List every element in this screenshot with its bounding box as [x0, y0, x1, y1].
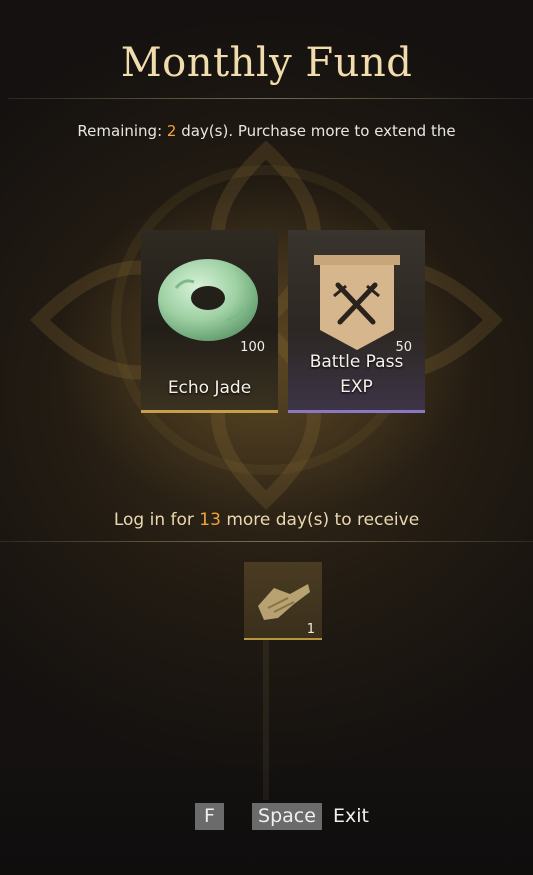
reward-name-line1: Battle Pass — [309, 352, 404, 372]
remaining-suffix: day(s). Purchase more to extend the — [176, 122, 456, 140]
reward-quantity: 1 — [306, 622, 315, 637]
page-title: Monthly Fund — [120, 40, 413, 86]
login-reward-card[interactable]: 1 — [244, 562, 322, 640]
login-days-text: Log in for 13 more day(s) to receive — [0, 510, 533, 530]
remaining-days-text: Remaining: 2 day(s). Purchase more to ex… — [0, 122, 533, 140]
space-key-button[interactable]: Space — [252, 803, 322, 830]
login-prefix: Log in for — [113, 510, 200, 530]
title-divider — [8, 98, 533, 99]
exit-button[interactable]: Exit — [333, 803, 369, 830]
f-key-button[interactable]: F — [195, 803, 224, 830]
login-suffix: more day(s) to receive — [220, 510, 420, 530]
login-divider — [0, 541, 533, 542]
reward-card-battle-pass-exp[interactable]: 50 Battle Pass EXP — [288, 230, 425, 413]
remaining-prefix: Remaining: — [77, 122, 167, 140]
login-days-value: 13 — [199, 510, 221, 530]
reward-name: Echo Jade — [167, 378, 252, 398]
reward-quantity: 100 — [240, 340, 265, 355]
reward-name-line2: EXP — [340, 377, 373, 397]
reward-card-echo-jade[interactable]: 100 Echo Jade — [141, 230, 278, 413]
